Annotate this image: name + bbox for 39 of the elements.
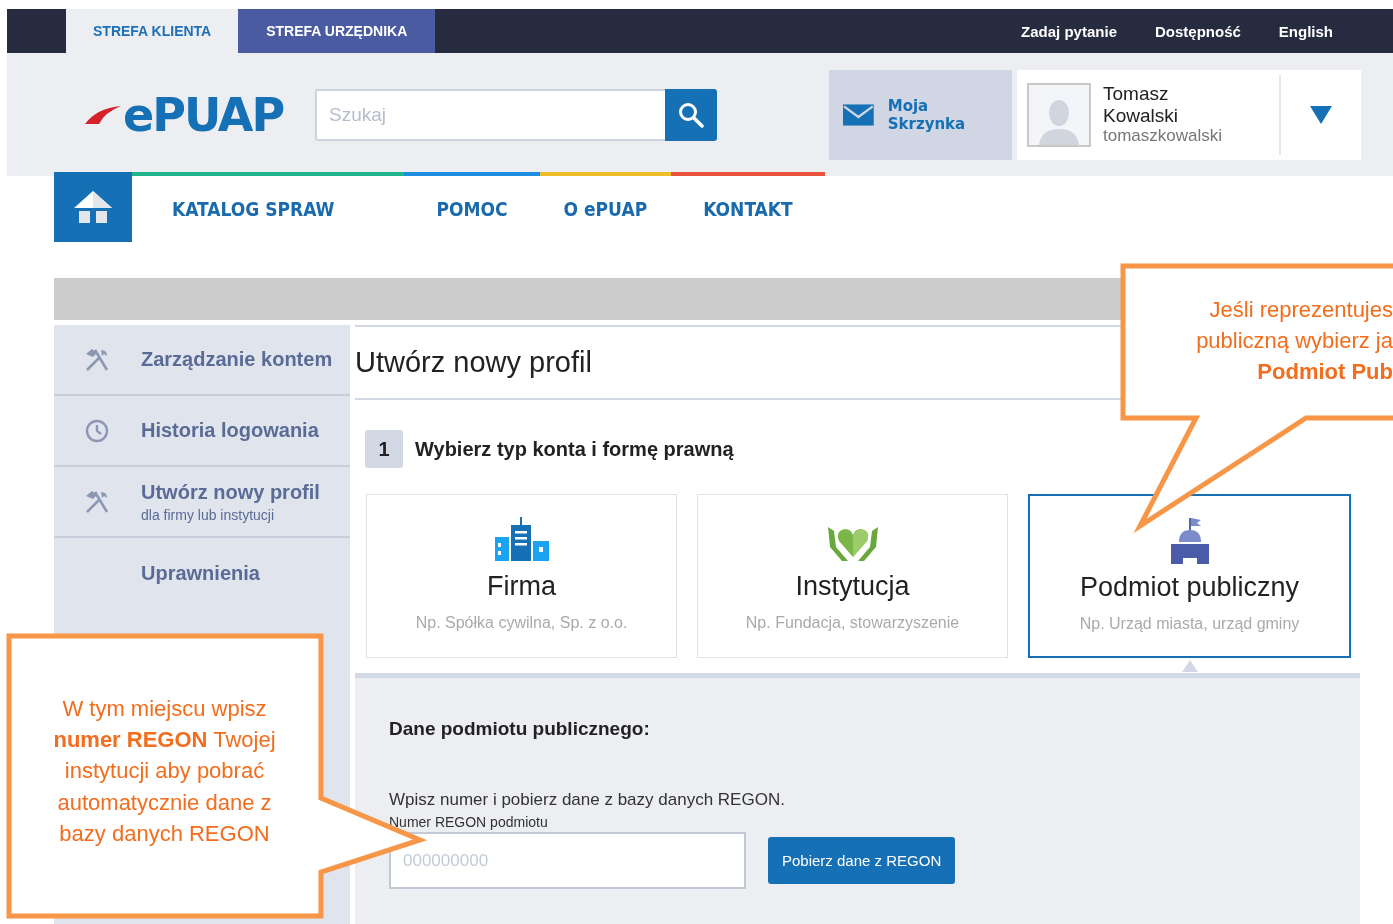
search-field[interactable]: Szukaj <box>315 88 665 141</box>
sidebar-item[interactable]: Uprawnienia <box>54 538 350 609</box>
field-label: Numer REGON podmiotu <box>389 814 549 830</box>
tools-icon <box>84 346 110 373</box>
logo[interactable]: ePUAP <box>123 91 284 138</box>
step-number: 1 <box>365 430 403 468</box>
fetch-regon-button[interactable]: Pobierz dane z REGON <box>768 837 956 884</box>
nav-link[interactable]: KONTAKT <box>671 172 825 242</box>
top-link[interactable]: Zadaj pytanie <box>1021 22 1117 40</box>
callout-text: W tym miejscu wpisz numer REGON Twojej instytucji aby pobrać automatycznie dane z bazy danych REGON <box>52 695 277 848</box>
sidebar-item[interactable]: Historia logowania <box>54 396 350 467</box>
house-icon <box>73 190 113 224</box>
callout-text: Jeśli reprezentujes publiczną wybierz ja Podmiot Pub <box>1195 296 1393 387</box>
search-icon <box>678 101 704 128</box>
top-link[interactable]: Dostępność <box>1154 22 1241 40</box>
sidebar-item[interactable]: Zarządzanie kontem <box>54 325 350 396</box>
hint-text: Wpisz numer i pobierz dane z bazy danych REGON. <box>389 790 786 810</box>
top-link[interactable]: English <box>1278 22 1333 40</box>
section-heading: Dane podmiotu publicznego: <box>389 718 651 740</box>
home-button[interactable] <box>54 172 132 242</box>
tools-icon <box>84 488 110 515</box>
nav-link[interactable]: POMOC <box>404 172 540 242</box>
dropdown-triangle-icon <box>1310 105 1332 124</box>
account-type-card[interactable]: Instytucja Np. Fundacja, stowarzyszenie <box>697 494 1008 658</box>
account-type-card[interactable]: Firma Np. Spółka cywilna, Sp. z o.o. <box>366 494 677 658</box>
step-title: Wybierz typ konta i formę prawną <box>415 437 734 461</box>
user-login: tomaszkowalski <box>1103 126 1223 147</box>
nav-link[interactable]: KATALOG SPRAW <box>132 172 405 242</box>
nav-link[interactable]: O ePUAP <box>539 172 672 242</box>
sidebar-item[interactable]: Utwórz nowy profil dla firmy lub instytucji <box>54 467 350 538</box>
swoosh-icon <box>83 103 123 126</box>
search-button[interactable] <box>665 88 717 141</box>
zone-tab[interactable]: STREFA KLIENTA <box>66 9 239 53</box>
inbox-button[interactable]: Moja Skrzynka <box>829 69 1012 160</box>
zone-tab[interactable]: STREFA URZĘDNIKA <box>238 9 436 53</box>
envelope-icon <box>843 103 874 126</box>
regon-input-field[interactable]: 000000000 <box>389 832 746 889</box>
clock-icon <box>84 417 110 444</box>
user-name: Tomasz Kowalski <box>1103 82 1179 127</box>
